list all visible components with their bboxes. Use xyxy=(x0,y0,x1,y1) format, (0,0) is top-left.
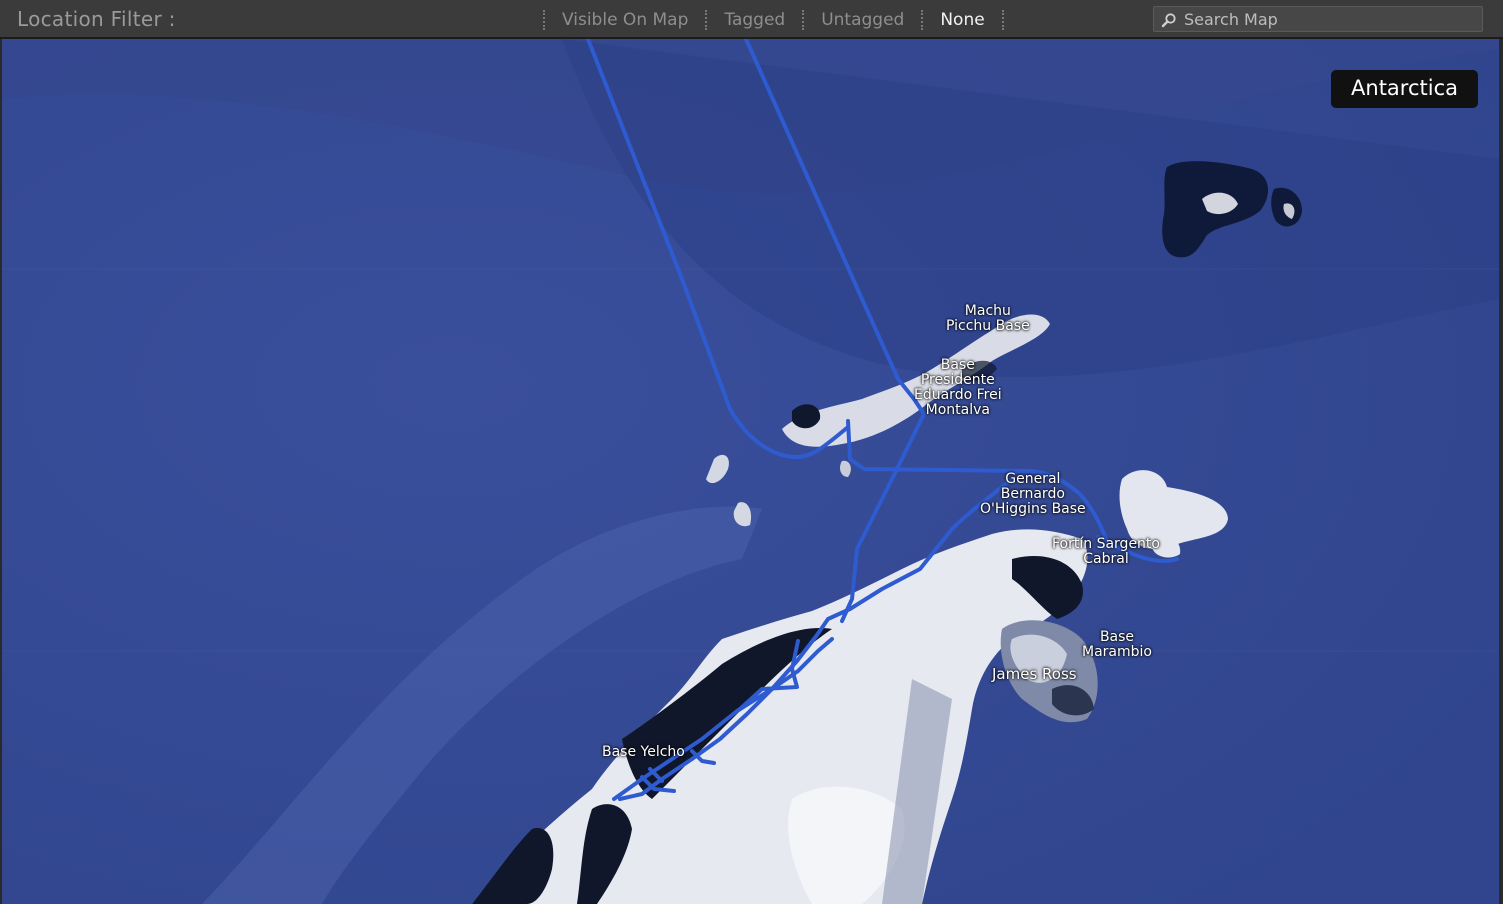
satellite-map[interactable]: Antarctica Machu Picchu Base Base Presid… xyxy=(2,39,1499,904)
label-base-marambio: Base Marambio xyxy=(1082,629,1152,660)
filter-visible-on-map[interactable]: Visible On Map xyxy=(552,10,698,30)
search-map-input[interactable] xyxy=(1184,7,1474,31)
label-james-ross: James Ross xyxy=(992,665,1077,683)
filter-none[interactable]: None xyxy=(930,10,994,30)
filter-tagged[interactable]: Tagged xyxy=(714,10,795,30)
label-fortin-sargento-cabral: Fortín Sargento Cabral xyxy=(1052,536,1160,567)
divider xyxy=(921,10,924,30)
divider xyxy=(543,10,545,30)
region-label: Antarctica xyxy=(1331,70,1478,108)
label-base-yelcho: Base Yelcho xyxy=(602,744,685,760)
label-ohiggins-base: General Bernardo O'Higgins Base xyxy=(980,471,1086,517)
label-eduardo-frei-base: Base Presidente Eduardo Frei Montalva xyxy=(914,357,1002,418)
divider xyxy=(802,10,805,30)
label-machu-picchu-base: Machu Picchu Base xyxy=(946,303,1030,334)
divider xyxy=(1001,10,1004,30)
location-filter-label: Location Filter : xyxy=(17,7,176,31)
map-imagery xyxy=(2,39,1499,904)
search-map-field[interactable] xyxy=(1153,6,1483,32)
filter-options: Visible On Map Tagged Untagged None xyxy=(536,8,1011,32)
divider xyxy=(705,10,708,30)
location-filter-bar: Location Filter : Visible On Map Tagged … xyxy=(0,0,1503,39)
search-icon xyxy=(1161,13,1176,28)
filter-untagged[interactable]: Untagged xyxy=(811,10,914,30)
